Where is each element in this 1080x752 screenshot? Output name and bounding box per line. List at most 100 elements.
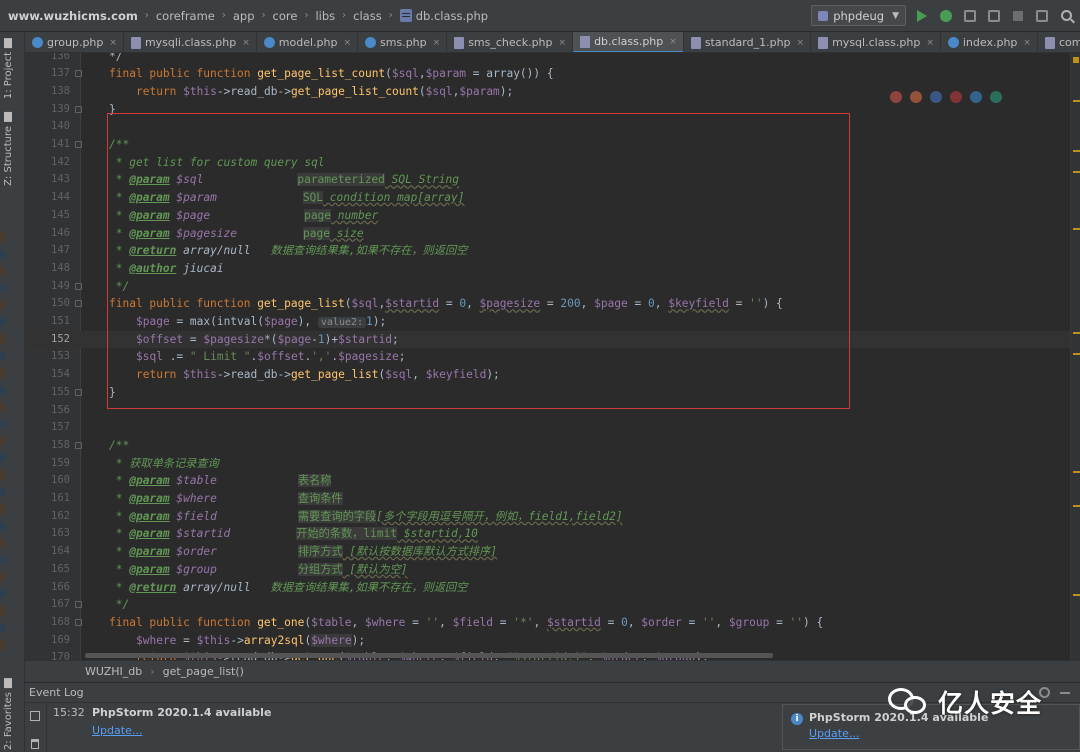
fold-marker-icon[interactable] bbox=[75, 282, 82, 290]
code-line[interactable]: 158 /** bbox=[25, 437, 1070, 455]
stop-button[interactable] bbox=[1010, 8, 1026, 24]
code-line[interactable]: 155} bbox=[25, 384, 1070, 402]
mark-read-icon[interactable] bbox=[30, 711, 40, 721]
tab-common-fur[interactable]: common.fur bbox=[1038, 32, 1080, 52]
fold-marker-icon[interactable] bbox=[75, 601, 82, 609]
code-editor[interactable]: 136 */ 137 final public function get_page_l… bbox=[25, 53, 1070, 660]
crumb-class[interactable]: WUZHI_db bbox=[85, 665, 142, 678]
warning-marker[interactable] bbox=[1073, 471, 1080, 473]
error-stripe[interactable] bbox=[1070, 53, 1080, 660]
tab-index-php[interactable]: index.php × bbox=[941, 32, 1038, 52]
debug-button[interactable] bbox=[938, 8, 954, 24]
structure-tool-tab[interactable]: Z: Structure bbox=[3, 112, 14, 186]
tab-standard-1-php[interactable]: standard_1.php × bbox=[684, 32, 812, 52]
horizontal-scrollbar[interactable] bbox=[85, 653, 773, 658]
tab-group-php[interactable]: group.php × bbox=[25, 32, 124, 52]
code-line[interactable]: 148 * @author jiucai bbox=[25, 260, 1070, 278]
code-line[interactable]: 146 * @param $pagesize page size bbox=[25, 225, 1070, 243]
close-icon[interactable]: × bbox=[433, 38, 441, 48]
tab-mysqli-class-php[interactable]: mysqli.class.php × bbox=[124, 32, 257, 52]
close-icon[interactable]: × bbox=[559, 38, 567, 48]
fold-marker-icon[interactable] bbox=[75, 105, 82, 113]
close-icon[interactable]: × bbox=[797, 38, 805, 48]
warning-marker[interactable] bbox=[1073, 100, 1080, 102]
close-icon[interactable]: × bbox=[242, 38, 250, 48]
breadcrumb-file[interactable]: db.class.php bbox=[399, 9, 488, 23]
trash-icon[interactable] bbox=[31, 739, 39, 749]
opera-icon[interactable] bbox=[950, 91, 962, 103]
code-line[interactable]: 150 final public function get_page_list($… bbox=[25, 295, 1070, 313]
safari-icon[interactable] bbox=[930, 91, 942, 103]
fold-marker-icon[interactable] bbox=[75, 300, 82, 308]
tab-sms-check-php[interactable]: sms_check.php × bbox=[447, 32, 574, 52]
code-line[interactable]: 140 bbox=[25, 118, 1070, 136]
fold-marker-icon[interactable] bbox=[75, 441, 82, 449]
code-line[interactable]: 165 * @param $group 分组方式 [默认为空] bbox=[25, 561, 1070, 579]
favorites-tool-tab[interactable]: 2: Favorites bbox=[3, 678, 14, 750]
code-line[interactable]: 167 */ bbox=[25, 596, 1070, 614]
notification-update-link[interactable]: Update... bbox=[809, 727, 859, 740]
ie-icon[interactable] bbox=[970, 91, 982, 103]
fold-marker-icon[interactable] bbox=[75, 70, 82, 78]
breadcrumb-coreframe[interactable]: coreframe bbox=[156, 9, 215, 23]
project-tool-tab[interactable]: 1: Project bbox=[3, 38, 14, 99]
warning-marker[interactable] bbox=[1073, 505, 1080, 507]
code-line[interactable]: 137 final public function get_page_list_c… bbox=[25, 65, 1070, 83]
code-line[interactable]: 143 * @param $sql parameterized SQL Strin… bbox=[25, 171, 1070, 189]
crumb-method[interactable]: get_page_list() bbox=[163, 665, 244, 678]
warning-marker[interactable] bbox=[1073, 171, 1080, 173]
warning-marker[interactable] bbox=[1073, 150, 1080, 152]
code-line[interactable]: 161 * @param $where 查询条件 bbox=[25, 490, 1070, 508]
run-button[interactable] bbox=[914, 8, 930, 24]
update-link[interactable]: Update... bbox=[92, 724, 142, 737]
fold-marker-icon[interactable] bbox=[75, 388, 82, 396]
tab-mysql-class-php[interactable]: mysql.class.php × bbox=[811, 32, 941, 52]
code-line[interactable]: 149 */ bbox=[25, 278, 1070, 296]
code-line[interactable]: 141 /** bbox=[25, 136, 1070, 154]
code-line[interactable]: 139} bbox=[25, 101, 1070, 119]
code-line[interactable]: 156 bbox=[25, 402, 1070, 420]
chrome-icon[interactable] bbox=[890, 91, 902, 103]
code-line[interactable]: 147 * @return array/null 数据查询结果集,如果不存在，则返… bbox=[25, 242, 1070, 260]
breadcrumb-core[interactable]: core bbox=[273, 9, 298, 23]
code-line[interactable]: 169 $where = $this->array2sql($where); bbox=[25, 632, 1070, 650]
breadcrumb-class[interactable]: class bbox=[353, 9, 382, 23]
code-line[interactable]: 168 final public function get_one($table,… bbox=[25, 614, 1070, 632]
close-icon[interactable]: × bbox=[1023, 38, 1031, 48]
tab-model-php[interactable]: model.php × bbox=[257, 32, 359, 52]
fold-marker-icon[interactable] bbox=[75, 141, 82, 148]
code-line[interactable]: 164 * @param $order 排序方式 [默认按数据库默认方式排序] bbox=[25, 543, 1070, 561]
code-line[interactable]: 159 * 获取单条记录查询 bbox=[25, 455, 1070, 473]
code-line[interactable]: 152 $offset = $pagesize*($page-1)+$starti… bbox=[25, 330, 1070, 349]
code-line[interactable]: 166 * @return array/null 数据查询结果集,如果不存在，则返… bbox=[25, 579, 1070, 597]
code-line[interactable]: 163 * @param $startid 开始的条数，limit $starti… bbox=[25, 525, 1070, 543]
code-line[interactable]: 145 * @param $page page number bbox=[25, 207, 1070, 225]
code-line[interactable]: 144 * @param $param SQL condition map[arr… bbox=[25, 189, 1070, 207]
search-everywhere-button[interactable] bbox=[1058, 8, 1074, 24]
breadcrumb-libs[interactable]: libs bbox=[315, 9, 335, 23]
close-icon[interactable]: × bbox=[669, 37, 677, 47]
layout-button[interactable] bbox=[1034, 8, 1050, 24]
profile-button[interactable] bbox=[986, 8, 1002, 24]
close-icon[interactable]: × bbox=[109, 38, 117, 48]
code-line[interactable]: 142 * get list for custom query sql bbox=[25, 154, 1070, 172]
code-line[interactable]: 151 $page = max(intval($page), value2: 1); bbox=[25, 313, 1070, 331]
firefox-icon[interactable] bbox=[910, 91, 922, 103]
code-line[interactable]: 153 $sql .= " Limit ".$offset.','.$pagesi… bbox=[25, 348, 1070, 366]
warning-marker[interactable] bbox=[1073, 228, 1080, 230]
edge-icon[interactable] bbox=[990, 91, 1002, 103]
close-icon[interactable]: × bbox=[926, 38, 934, 48]
code-line[interactable]: 157 bbox=[25, 419, 1070, 437]
breadcrumb-project[interactable]: www.wuzhicms.com bbox=[8, 9, 138, 23]
tab-sms-php[interactable]: sms.php × bbox=[358, 32, 448, 52]
code-line[interactable]: 136 */ bbox=[25, 53, 1070, 65]
warning-marker[interactable] bbox=[1073, 332, 1080, 334]
warning-indicator-icon[interactable] bbox=[1073, 57, 1079, 63]
code-line[interactable]: 160 * @param $table 表名称 bbox=[25, 472, 1070, 490]
warning-marker[interactable] bbox=[1073, 594, 1080, 596]
code-line[interactable]: 154 return $this->read_db->get_page_list(… bbox=[25, 366, 1070, 384]
warning-marker[interactable] bbox=[1073, 353, 1080, 355]
coverage-button[interactable] bbox=[962, 8, 978, 24]
run-configuration-select[interactable]: phpdeug ▼ bbox=[811, 5, 906, 26]
minimize-icon[interactable] bbox=[1060, 692, 1070, 694]
